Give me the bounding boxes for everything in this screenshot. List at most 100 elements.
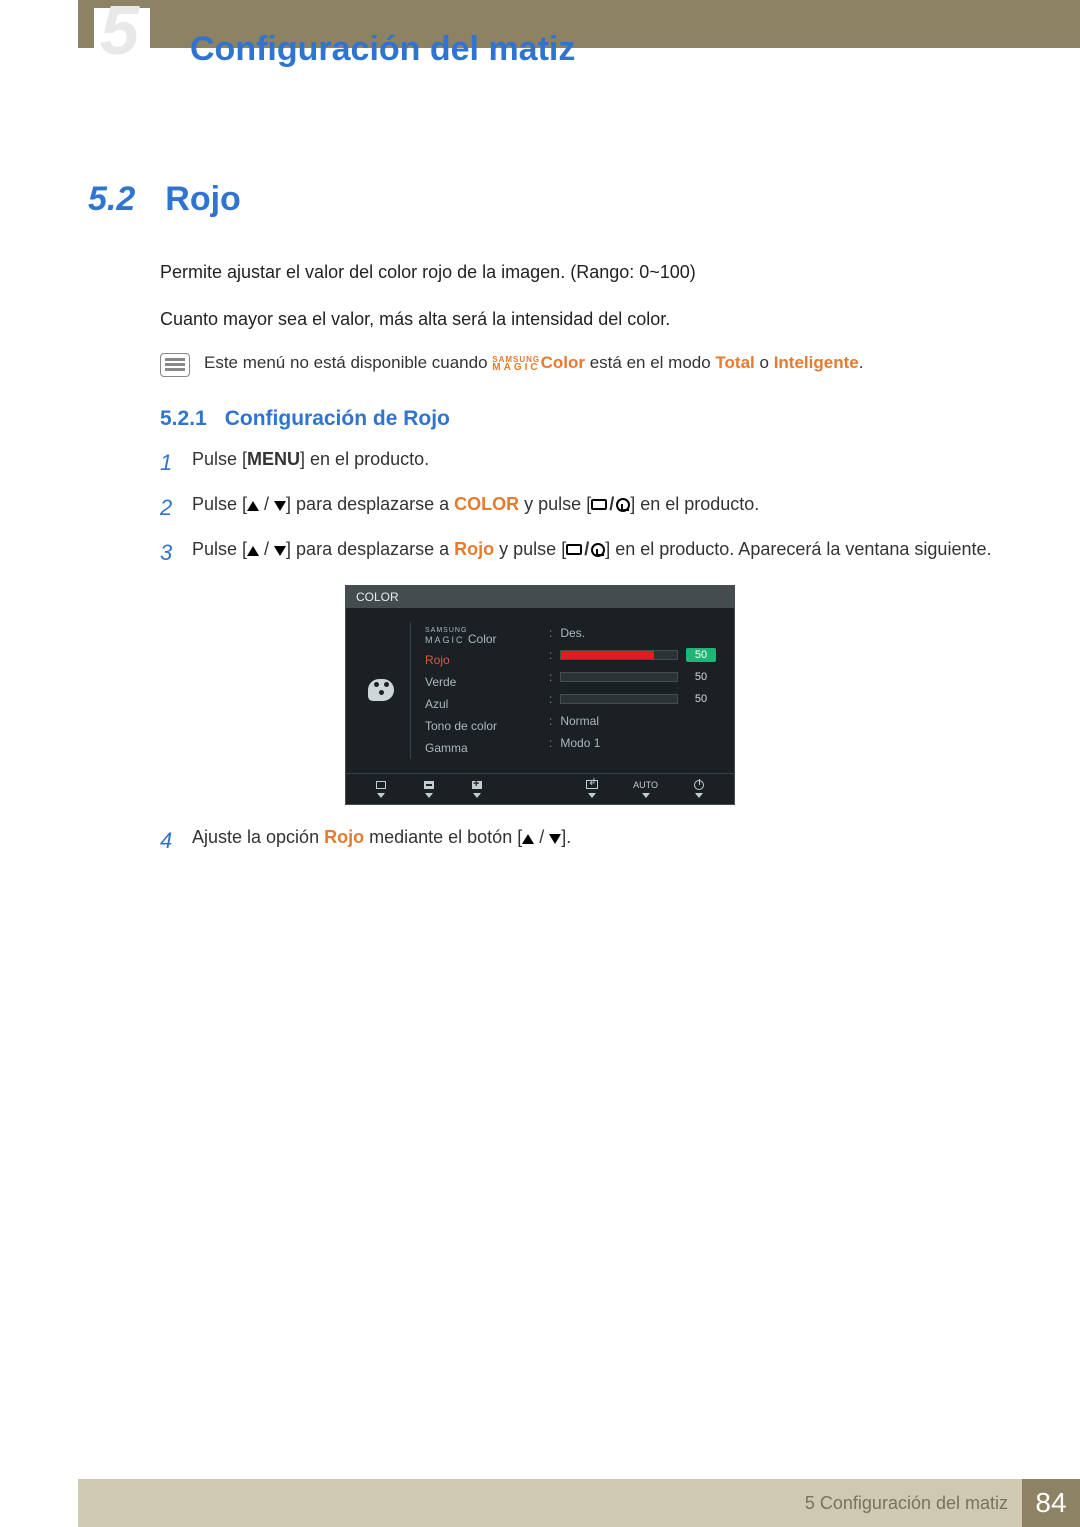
note-pre: Este menú no está disponible cuando xyxy=(204,353,492,372)
osd-row-magic: : Des. xyxy=(549,622,716,644)
note-icon xyxy=(160,353,190,377)
section-paragraph-1: Permite ajustar el valor del color rojo … xyxy=(160,259,992,286)
osd-label-verde: Verde xyxy=(425,671,545,693)
step-text: Pulse [ xyxy=(192,494,247,514)
brand-bottom: MAGIC xyxy=(425,635,465,645)
triangle-down-icon xyxy=(274,501,286,511)
colon: : xyxy=(549,714,552,728)
step-text: ] para desplazarse a xyxy=(286,539,454,559)
slider-fill xyxy=(561,651,654,659)
osd-label-tono: Tono de color xyxy=(425,715,545,737)
note-mid: está en el modo xyxy=(585,353,715,372)
osd-enter-button xyxy=(585,780,599,798)
brand-suffix: Color xyxy=(541,353,585,372)
palette-icon xyxy=(368,679,394,701)
step-body: Ajuste la opción Rojo mediante el botón … xyxy=(192,823,992,858)
back-icon xyxy=(376,781,386,789)
step-text: Pulse [ xyxy=(192,539,247,559)
step-text: y pulse [ xyxy=(519,494,591,514)
osd-row-rojo: : 50 xyxy=(549,644,716,666)
step-text: ]. xyxy=(561,827,571,847)
osd-magic-color-label: SAMSUNG MAGIC Color xyxy=(425,622,545,649)
osd-value-verde: 50 xyxy=(686,671,716,683)
steps-list-continued: 4 Ajuste la opción Rojo mediante el botó… xyxy=(160,823,992,858)
osd-label-rojo: Rojo xyxy=(425,649,545,671)
colon: : xyxy=(549,736,552,750)
osd-footer: AUTO xyxy=(346,773,734,804)
note: Este menú no está disponible cuando SAMS… xyxy=(160,353,992,377)
osd-footer-left xyxy=(374,780,484,798)
step-number: 3 xyxy=(160,535,178,570)
osd-row-verde: : 50 xyxy=(549,666,716,688)
osd-title: COLOR xyxy=(346,586,734,608)
step-target: Rojo xyxy=(454,539,494,559)
section-number: 5.2 xyxy=(88,180,135,219)
step-target: Rojo xyxy=(324,827,364,847)
triangle-up-icon xyxy=(247,546,259,556)
rect-icon xyxy=(591,499,607,510)
enter-combo-icon: / xyxy=(591,490,630,519)
step-text: y pulse [ xyxy=(494,539,566,559)
note-mode1: Total xyxy=(715,353,754,372)
rect-icon xyxy=(566,544,582,555)
triangle-up-icon xyxy=(247,501,259,511)
page-content: 5.2 Rojo Permite ajustar el valor del co… xyxy=(88,180,992,868)
osd-value-azul: 50 xyxy=(686,693,716,705)
enter-icon xyxy=(591,543,605,557)
step-body: Pulse [MENU] en el producto. xyxy=(192,445,992,480)
osd-value-magic: Des. xyxy=(560,626,585,640)
osd-row-gamma: : Modo 1 xyxy=(549,732,716,754)
osd-row-tono: : Normal xyxy=(549,710,716,732)
step-body: Pulse [ / ] para desplazarse a Rojo y pu… xyxy=(192,535,992,570)
brand-suffix: Color xyxy=(465,632,497,646)
osd-back-button xyxy=(374,780,388,798)
footer-page-number: 84 xyxy=(1022,1479,1080,1527)
step-target: COLOR xyxy=(454,494,519,514)
step-text: ] para desplazarse a xyxy=(286,494,454,514)
note-text: Este menú no está disponible cuando SAMS… xyxy=(204,353,863,373)
footer-chapter-label: 5 Configuración del matiz xyxy=(805,1493,1008,1514)
slider-rojo xyxy=(560,650,678,660)
chapter-number-ghost: 5 xyxy=(100,0,139,70)
colon: : xyxy=(549,692,552,706)
section-heading: 5.2 Rojo xyxy=(88,180,992,219)
step-1: 1 Pulse [MENU] en el producto. xyxy=(160,445,992,480)
note-mode2: Inteligente xyxy=(774,353,859,372)
osd-power-button xyxy=(692,780,706,798)
triangle-down-icon xyxy=(425,793,433,798)
triangle-down-icon xyxy=(274,546,286,556)
osd-screenshot: COLOR SAMSUNG MAGIC Color Rojo Verde Azu… xyxy=(345,585,735,805)
brand-bottom: MAGIC xyxy=(492,364,540,372)
step-number: 2 xyxy=(160,490,178,525)
subsection-number: 5.2.1 xyxy=(160,407,207,431)
osd-plus-button xyxy=(470,780,484,798)
osd-label-gamma: Gamma xyxy=(425,737,545,759)
step-text: ] en el producto. xyxy=(300,449,429,469)
step-text: Ajuste la opción xyxy=(192,827,324,847)
plus-icon xyxy=(472,781,482,789)
osd-label-azul: Azul xyxy=(425,693,545,715)
step-3: 3 Pulse [ / ] para desplazarse a Rojo y … xyxy=(160,535,992,570)
triangle-down-icon xyxy=(549,834,561,844)
slider-verde xyxy=(560,672,678,682)
step-text: mediante el botón [ xyxy=(364,827,522,847)
step-text: ] en el producto. xyxy=(630,494,759,514)
enter-icon xyxy=(616,498,630,512)
step-number: 4 xyxy=(160,823,178,858)
section-title: Rojo xyxy=(165,180,241,219)
triangle-up-icon xyxy=(522,834,534,844)
samsung-magic-brand: SAMSUNGMAGIC xyxy=(492,356,540,372)
osd-side-icon-area xyxy=(356,622,406,759)
osd-labels: SAMSUNG MAGIC Color Rojo Verde Azul Tono… xyxy=(410,622,545,759)
triangle-down-icon xyxy=(642,793,650,798)
triangle-down-icon xyxy=(377,793,385,798)
step-2: 2 Pulse [ / ] para desplazarse a COLOR y… xyxy=(160,490,992,525)
power-icon xyxy=(694,780,704,790)
triangle-down-icon xyxy=(588,793,596,798)
slider-azul xyxy=(560,694,678,704)
enter-icon xyxy=(586,780,598,789)
osd-auto-button: AUTO xyxy=(633,780,658,798)
page-footer: 5 Configuración del matiz 84 xyxy=(78,1479,1080,1527)
step-text: ] en el producto. Aparecerá la ventana s… xyxy=(605,539,991,559)
step-number: 1 xyxy=(160,445,178,480)
